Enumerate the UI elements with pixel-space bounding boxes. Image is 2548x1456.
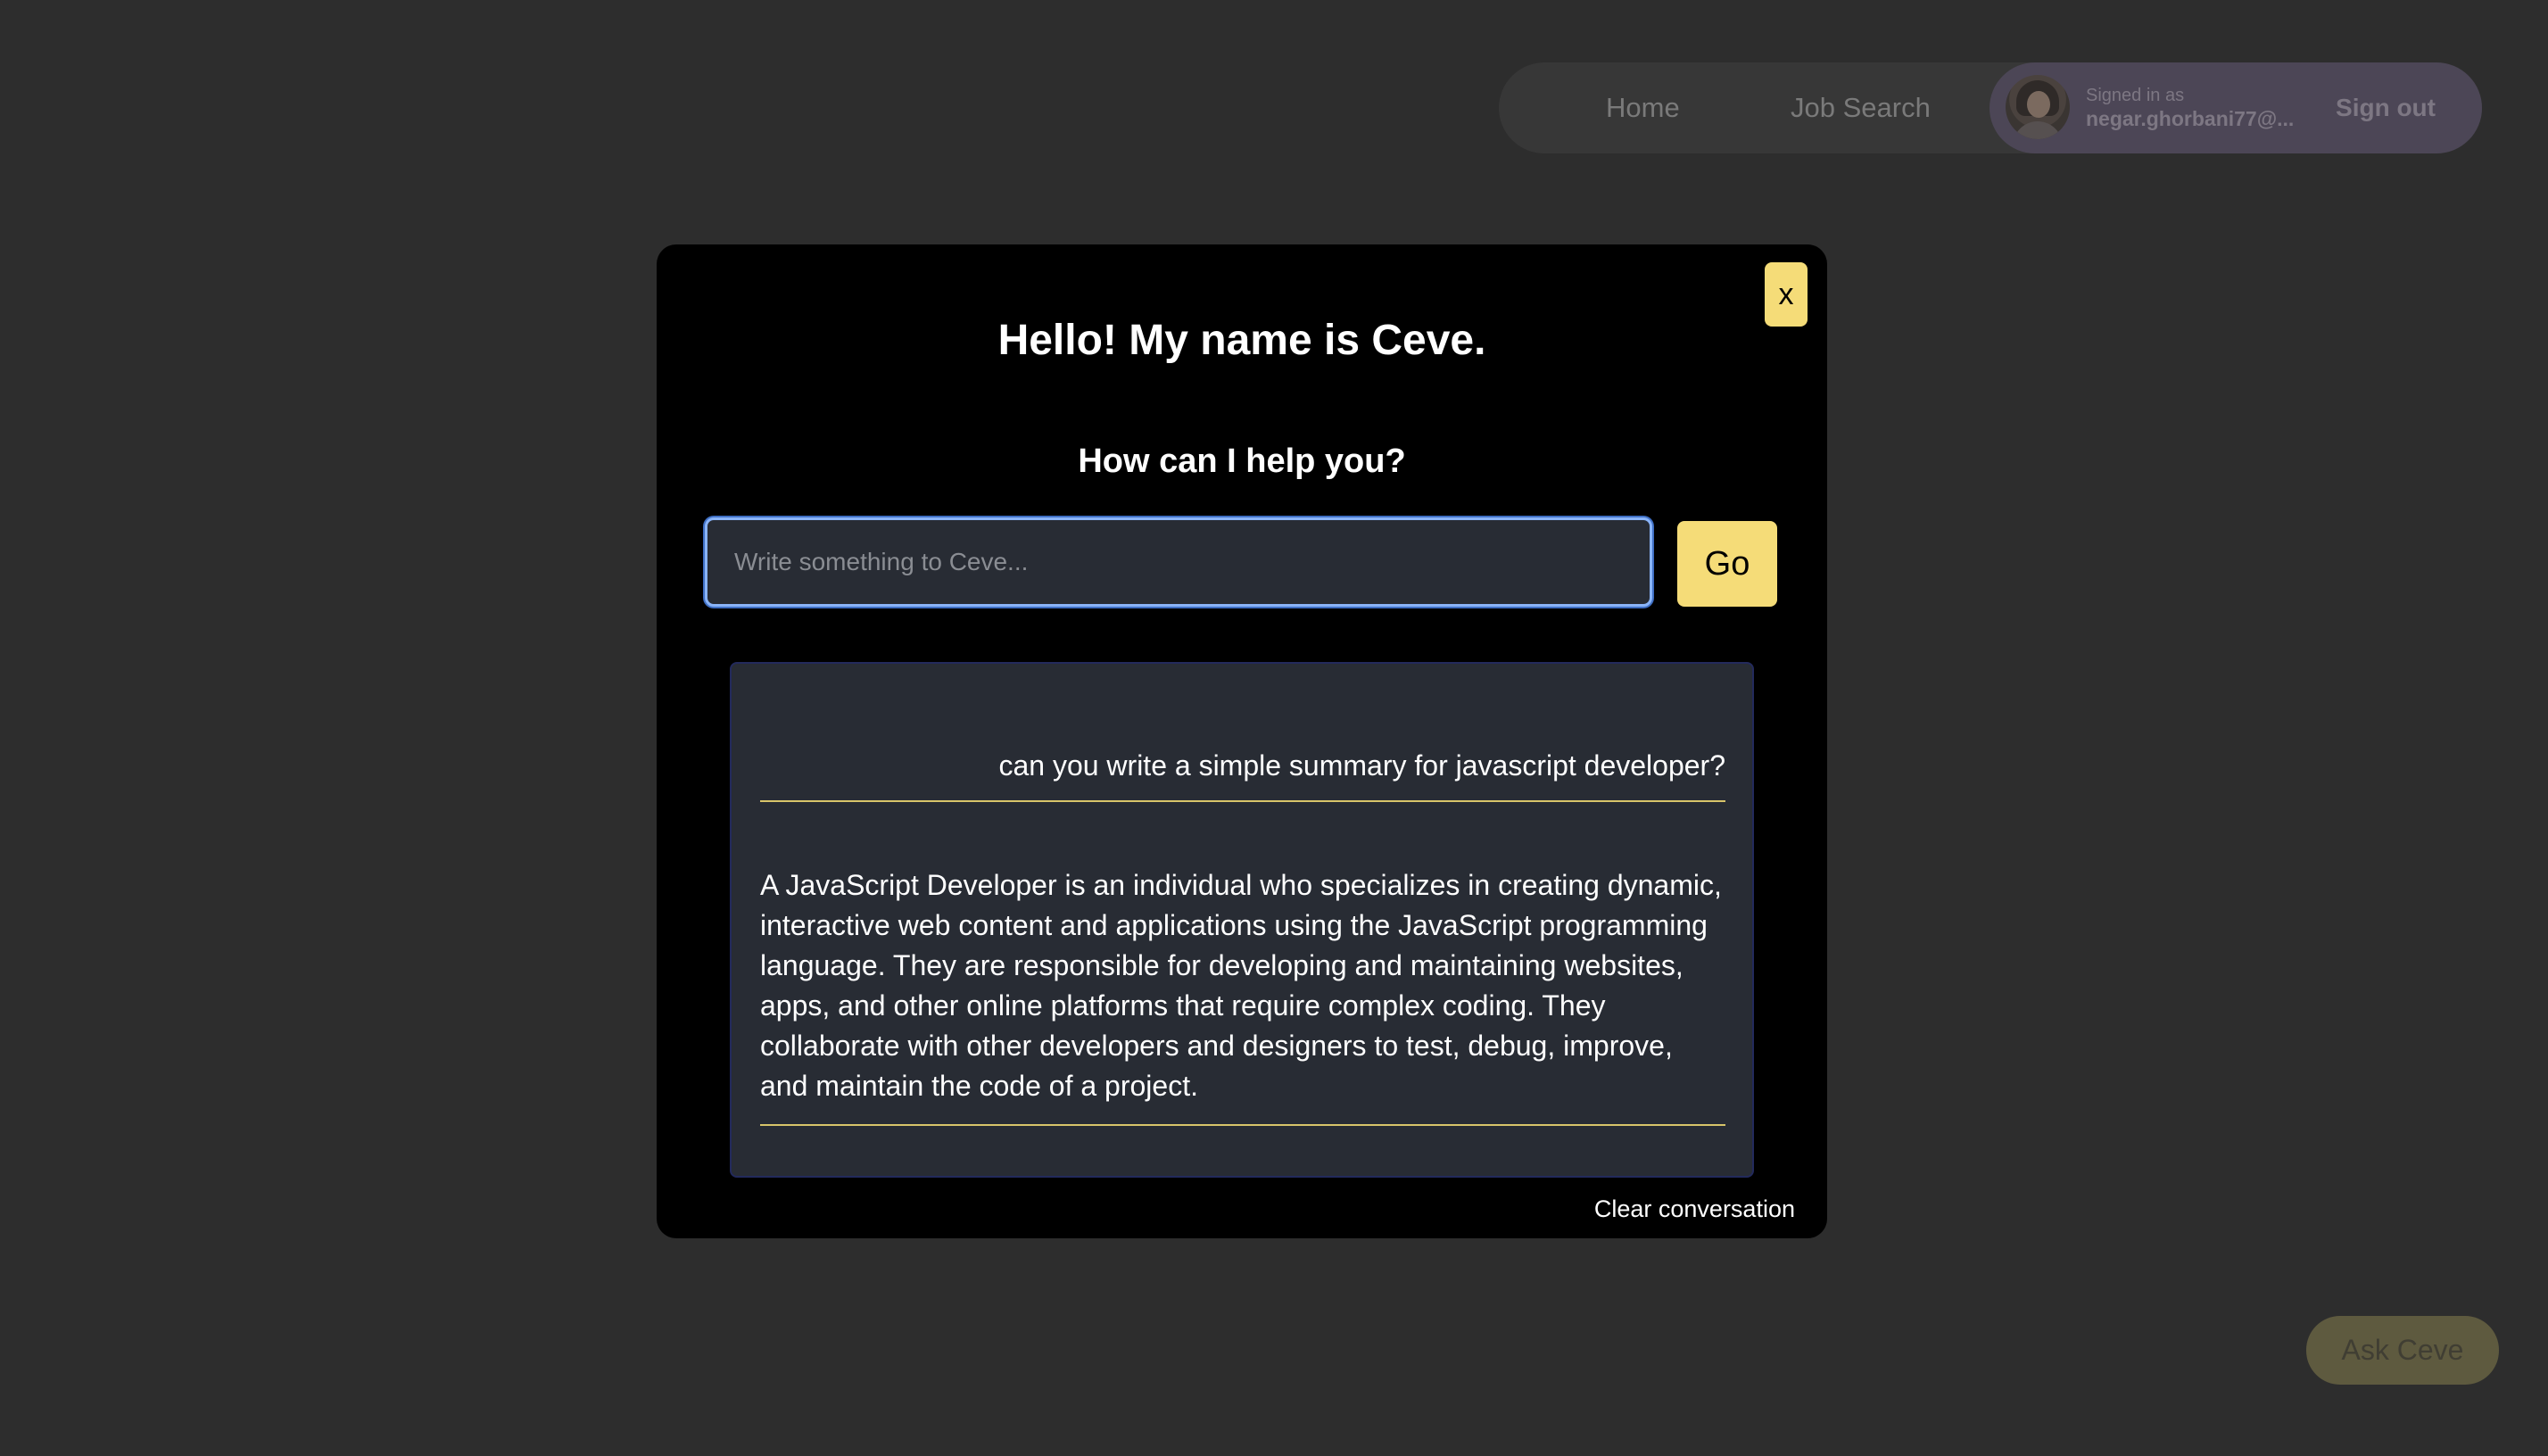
- go-button[interactable]: Go: [1677, 521, 1777, 607]
- sign-out-button[interactable]: Sign out: [2336, 62, 2436, 153]
- signed-in-label: Signed in as: [2086, 86, 2185, 105]
- ceve-chat-modal: x Hello! My name is Ceve. How can I help…: [657, 244, 1827, 1238]
- avatar-body: [2013, 121, 2063, 139]
- ask-ceve-button[interactable]: Ask Ceve: [2306, 1316, 2499, 1385]
- assistant-message: A JavaScript Developer is an individual …: [760, 865, 1725, 1126]
- avatar[interactable]: [2006, 75, 2070, 139]
- user-message: can you write a simple summary for javas…: [760, 749, 1725, 802]
- top-nav: Home Job Search Signed in as negar.ghorb…: [1499, 62, 2482, 153]
- signed-in-email: negar.ghorbani77@...: [2086, 107, 2295, 130]
- nav-home-link[interactable]: Home: [1606, 62, 1680, 153]
- avatar-face: [2027, 91, 2050, 118]
- chat-input[interactable]: [705, 517, 1652, 607]
- modal-title: Hello! My name is Ceve.: [997, 317, 1486, 364]
- conversation-panel[interactable]: can you write a simple summary for javas…: [730, 662, 1754, 1178]
- account-panel: Signed in as negar.ghorbani77@... Sign o…: [1990, 62, 2482, 153]
- nav-job-search-link[interactable]: Job Search: [1791, 62, 1931, 153]
- modal-subtitle: How can I help you?: [1078, 443, 1406, 480]
- clear-conversation-button[interactable]: Clear conversation: [1594, 1195, 1795, 1223]
